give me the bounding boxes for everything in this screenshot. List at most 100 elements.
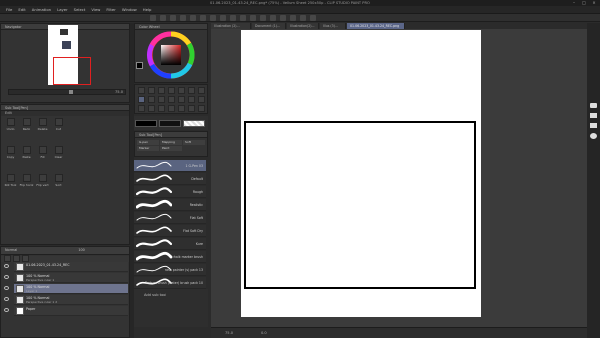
special-ruler-icon[interactable] [290,15,296,21]
edit-command-paste[interactable]: Paste [19,146,34,166]
fill-icon[interactable] [210,15,216,21]
zoom-icon[interactable] [138,87,145,94]
clear-icon[interactable] [200,15,206,21]
decoration-icon[interactable] [178,96,185,103]
brush-item[interactable]: Kure [134,238,206,250]
layer-row[interactable]: Paper [4,306,128,316]
move-layer-icon[interactable] [168,87,175,94]
gallery-icon[interactable] [590,123,597,128]
brush-item[interactable]: Texture brush (water) brush pack 10 [134,277,206,289]
brush-item[interactable]: Realistic [134,199,206,211]
layer-visibility-icon[interactable] [4,275,9,279]
image-icon[interactable] [590,113,597,118]
edit-command-rot-tool[interactable]: Rot Tool [3,174,18,194]
undo-icon[interactable] [180,15,186,21]
edit-command-delete[interactable]: Delete [35,118,50,138]
settings-icon[interactable] [590,133,597,139]
pencil-icon[interactable] [148,96,155,103]
brush-item[interactable]: 1 G-Pen 03 [134,160,206,172]
edit-command-undo[interactable]: Undo [3,118,18,138]
navigator-zoom-slider[interactable]: 75.0 [8,89,126,95]
deselect-icon[interactable] [230,15,236,21]
add-sub-tool-button[interactable]: Add sub tool [144,293,166,297]
edit-command-cut[interactable]: Cut [51,118,66,138]
brush-tab-3[interactable]: Marker [137,146,159,151]
edit-command-flip-horiz[interactable]: Flip horiz [19,174,34,194]
main-color-box[interactable] [135,120,157,127]
brush-item[interactable]: chalk marker brush [134,251,206,263]
cloud-icon[interactable] [310,15,316,21]
menu-item-filter[interactable]: Filter [106,6,115,14]
delete-layer-icon[interactable] [22,255,29,262]
new-layer-icon[interactable] [4,255,11,262]
lasso-icon[interactable] [188,87,195,94]
layer-visibility-icon[interactable] [4,297,9,301]
new-icon[interactable] [150,15,156,21]
blend-mode[interactable]: Normal [5,248,17,252]
edit-command-flip-vert[interactable]: Flip vert [35,174,50,194]
layer-visibility-icon[interactable] [4,308,9,312]
settings-icon[interactable] [300,15,306,21]
brush-tab-4[interactable]: Paint [160,146,182,151]
text-icon[interactable] [178,105,185,112]
layer-visibility-icon[interactable] [4,286,9,290]
document-tab[interactable]: Illustration (2)... [211,23,251,29]
menu-item-layer[interactable]: Layer [57,6,68,14]
eyedropper-icon[interactable] [198,87,205,94]
show-ruler-icon[interactable] [250,15,256,21]
transparent-color-box[interactable] [183,120,205,127]
blend-icon[interactable] [198,96,205,103]
airbrush-icon[interactable] [168,96,175,103]
menu-item-animation[interactable]: Animation [32,6,51,14]
document-tab[interactable]: Document (1)... [252,23,286,29]
operation-icon[interactable] [158,87,165,94]
figure-icon[interactable] [158,105,165,112]
move-icon[interactable] [148,87,155,94]
pen-icon[interactable] [138,96,145,103]
main-color-swatch[interactable] [136,62,144,70]
brush-item[interactable]: Flat Soft Dry [134,225,206,237]
menu-item-view[interactable]: View [91,6,100,14]
edit-command-redo[interactable]: Redo [19,118,34,138]
document-tab[interactable]: Illus (3)... [320,23,346,29]
layer-row[interactable]: 100 % Normal Perspective ruler 1 2 [4,295,128,305]
menu-item-window[interactable]: Window [122,6,137,14]
menu-item-help[interactable]: Help [143,6,152,14]
edit-command-copy[interactable]: Copy [3,146,18,166]
save-icon[interactable] [170,15,176,21]
edit-tab[interactable]: Edit [1,111,129,116]
camera-icon[interactable] [590,103,597,108]
ruler-icon[interactable] [168,105,175,112]
brush-item[interactable]: Default [134,173,206,185]
brush-item[interactable]: rasa painter (s) pack 13 [134,264,206,276]
brush-item[interactable]: Flat Soft [134,212,206,224]
document-tab[interactable]: Illustration(2)... [287,23,319,29]
sub-color-box[interactable] [159,120,181,127]
brush-tab-0[interactable]: G-pen [137,140,159,145]
menu-item-edit[interactable]: Edit [18,6,25,14]
perspective-icon[interactable] [280,15,286,21]
brush-tab-2[interactable]: Soft [183,140,205,145]
layer-opacity[interactable]: 100 [78,248,84,252]
selection-icon[interactable] [178,87,185,94]
transform-icon[interactable] [220,15,226,21]
snap-icon[interactable] [260,15,266,21]
menu-item-select[interactable]: Select [74,6,86,14]
gradient-icon[interactable] [148,105,155,112]
layer-row[interactable]: 01.06.2023_01.43.24_REC [4,262,128,272]
layer-row[interactable]: 100 % Normal Perspective ruler 1 [4,273,128,283]
grid-icon[interactable] [270,15,276,21]
brush-icon[interactable] [158,96,165,103]
redo-icon[interactable] [190,15,196,21]
edit-command-fill[interactable]: Fill [35,146,50,166]
menu-item-file[interactable]: File [6,6,12,14]
eraser-icon[interactable] [188,96,195,103]
color-wheel[interactable] [137,31,207,83]
brush-item[interactable]: Rough [134,186,206,198]
edit-command-sort[interactable]: Sort [51,174,66,194]
brush-tab-1[interactable]: Mapping [160,140,182,145]
balloon-icon[interactable] [188,105,195,112]
fill-bucket-icon[interactable] [138,105,145,112]
new-folder-icon[interactable] [13,255,20,262]
frame-icon[interactable] [198,105,205,112]
